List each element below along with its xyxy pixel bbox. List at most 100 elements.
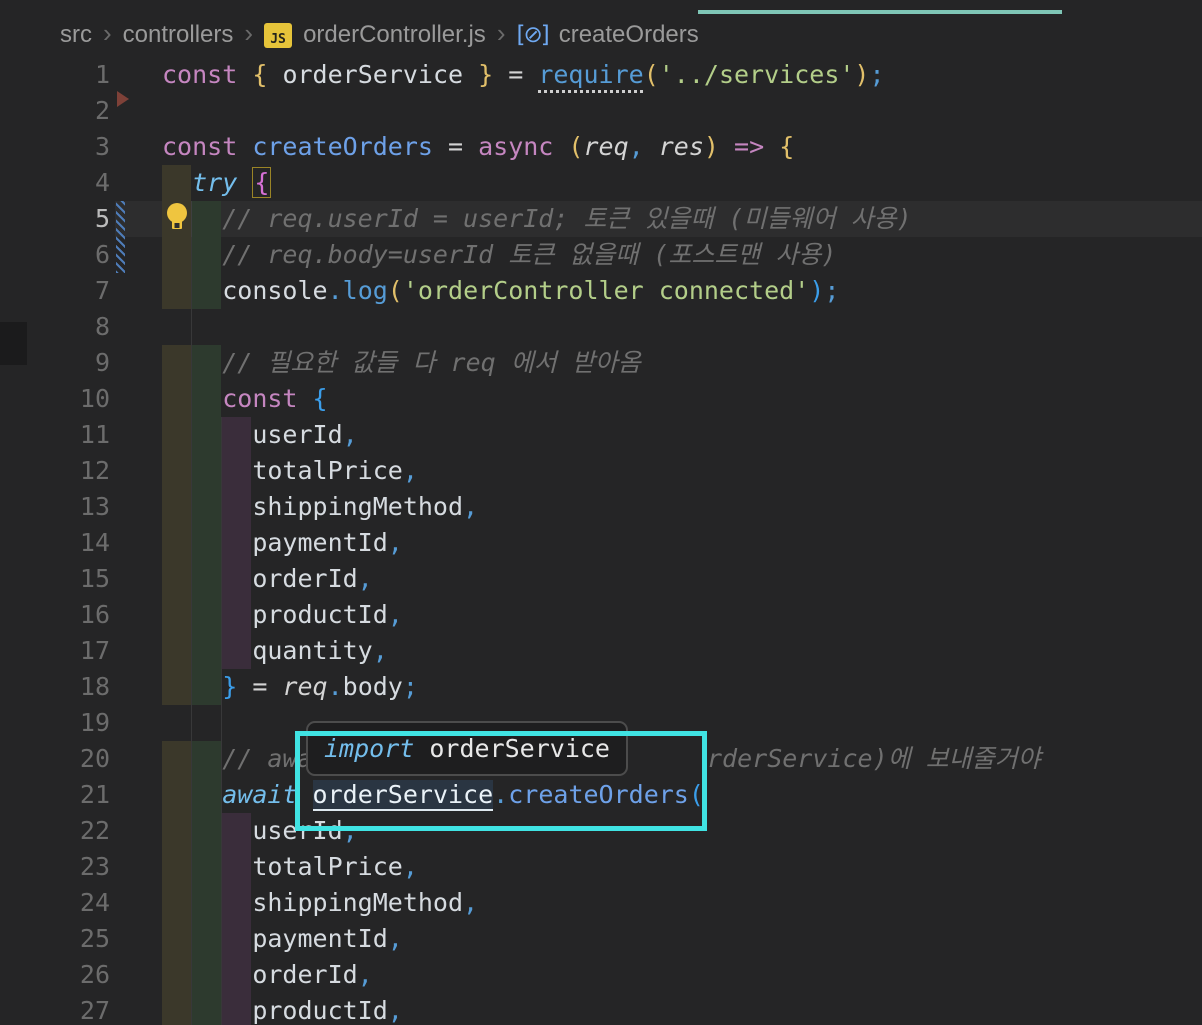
code-text: // 필요한 값들 다 req 에서 받아옴 bbox=[162, 345, 641, 381]
line-number[interactable]: 8 bbox=[0, 309, 110, 345]
token-op bbox=[297, 384, 312, 413]
line-number[interactable]: 24 bbox=[0, 885, 110, 921]
code-line[interactable]: 23 totalPrice, bbox=[0, 849, 1202, 885]
code-text: // awa bbox=[162, 741, 312, 777]
token-decl: createOrders bbox=[252, 132, 433, 161]
token-itid: res bbox=[643, 132, 704, 161]
line-number[interactable]: 13 bbox=[0, 489, 110, 525]
code-text: shippingMethod, bbox=[162, 489, 478, 525]
code-line[interactable]: 18 } = req.body; bbox=[0, 669, 1202, 705]
line-number[interactable]: 6 bbox=[0, 237, 110, 273]
token-req: require bbox=[538, 60, 644, 89]
line-number[interactable]: 7 bbox=[0, 273, 110, 309]
top-accent-line bbox=[698, 10, 1062, 14]
code-line[interactable]: 13 shippingMethod, bbox=[0, 489, 1202, 525]
line-number[interactable]: 5 bbox=[0, 201, 110, 237]
line-number[interactable]: 25 bbox=[0, 921, 110, 957]
token-op bbox=[764, 132, 779, 161]
line-number[interactable]: 3 bbox=[0, 129, 110, 165]
token-pb: , bbox=[628, 132, 644, 161]
token-id: orderId bbox=[252, 564, 358, 593]
code-line[interactable]: 10 const { bbox=[0, 381, 1202, 417]
token-op bbox=[237, 60, 252, 89]
code-text: userId, bbox=[162, 417, 357, 453]
code-text: productId, bbox=[162, 597, 403, 633]
code-line[interactable]: 6 // req.body=userId 토큰 없을때 (포스트맨 사용) bbox=[0, 237, 1202, 273]
token-op bbox=[553, 132, 568, 161]
token-id: console bbox=[222, 276, 328, 305]
line-number[interactable]: 26 bbox=[0, 957, 110, 993]
token-pb: , bbox=[387, 924, 403, 953]
line-number[interactable]: 4 bbox=[0, 165, 110, 201]
token-kw: async bbox=[478, 132, 554, 161]
token-id: orderId bbox=[252, 960, 358, 989]
code-line[interactable]: 3 const createOrders = async (req, res) =… bbox=[0, 129, 1202, 165]
code-line[interactable]: 7 console.log('orderController connected… bbox=[0, 273, 1202, 309]
line-number[interactable]: 20 bbox=[0, 741, 110, 777]
line-number[interactable]: 18 bbox=[0, 669, 110, 705]
code-line[interactable]: 2 bbox=[0, 93, 1202, 129]
code-line[interactable]: 8 bbox=[0, 309, 1202, 345]
line-number[interactable]: 11 bbox=[0, 417, 110, 453]
code-text: quantity, bbox=[162, 633, 388, 669]
line-number[interactable]: 17 bbox=[0, 633, 110, 669]
comment-fragment: rderService)에 보내줄거야 bbox=[707, 744, 1041, 773]
code-text: paymentId, bbox=[162, 921, 403, 957]
line-number[interactable]: 1 bbox=[0, 57, 110, 93]
line-number[interactable]: 27 bbox=[0, 993, 110, 1025]
line-number[interactable]: 15 bbox=[0, 561, 110, 597]
line-number[interactable]: 22 bbox=[0, 813, 110, 849]
line-number[interactable]: 23 bbox=[0, 849, 110, 885]
token-str: 'orderController connected' bbox=[402, 276, 810, 305]
line-number[interactable]: 9 bbox=[0, 345, 110, 381]
breadcrumb-item-src[interactable]: src bbox=[60, 21, 92, 49]
code-line[interactable]: 26 orderId, bbox=[0, 957, 1202, 993]
code-line[interactable]: 4 try { bbox=[0, 165, 1202, 201]
token-pb: . bbox=[327, 276, 343, 305]
breadcrumb-item-controllers[interactable]: controllers bbox=[123, 21, 234, 49]
line-number[interactable]: 10 bbox=[0, 381, 110, 417]
token-pb: , bbox=[463, 492, 479, 521]
code-text: orderId, bbox=[162, 957, 373, 993]
code-line[interactable]: 11 userId, bbox=[0, 417, 1202, 453]
breadcrumb-item-symbol[interactable]: createOrders bbox=[559, 21, 699, 49]
code-line[interactable]: 24 shippingMethod, bbox=[0, 885, 1202, 921]
code-line[interactable]: 16 productId, bbox=[0, 597, 1202, 633]
breadcrumb-item-file[interactable]: orderController.js bbox=[303, 21, 486, 49]
code-line[interactable]: 15 orderId, bbox=[0, 561, 1202, 597]
token-op: = bbox=[237, 672, 283, 701]
line-number[interactable]: 16 bbox=[0, 597, 110, 633]
token-kw: const bbox=[162, 132, 253, 161]
line-number[interactable]: 2 bbox=[0, 93, 110, 129]
line-number[interactable]: 19 bbox=[0, 705, 110, 741]
token-kw: const bbox=[162, 60, 238, 89]
token-pb: ; bbox=[869, 60, 885, 89]
token-pb: , bbox=[357, 960, 373, 989]
code-text: const { bbox=[162, 381, 327, 417]
code-line[interactable]: 17 quantity, bbox=[0, 633, 1202, 669]
line-number[interactable]: 21 bbox=[0, 777, 110, 813]
code-line[interactable]: 27 productId, bbox=[0, 993, 1202, 1025]
code-text: try { bbox=[162, 165, 272, 201]
code-text: // req.userId = userId; 토큰 있을때 (미들웨어 사용) bbox=[162, 201, 912, 237]
token-itid: req bbox=[282, 672, 328, 701]
code-line[interactable]: 12 totalPrice, bbox=[0, 453, 1202, 489]
token-gold: ( bbox=[568, 132, 584, 161]
code-line[interactable]: 25 paymentId, bbox=[0, 921, 1202, 957]
line-number[interactable]: 14 bbox=[0, 525, 110, 561]
token-id: paymentId bbox=[252, 924, 388, 953]
token-id: totalPrice bbox=[252, 852, 403, 881]
token-gold: ( bbox=[643, 60, 659, 89]
token-pb: , bbox=[372, 636, 388, 665]
code-line[interactable]: 14 paymentId, bbox=[0, 525, 1202, 561]
line-number[interactable]: 12 bbox=[0, 453, 110, 489]
code-line[interactable]: 9 // 필요한 값들 다 req 에서 받아옴 bbox=[0, 345, 1202, 381]
token-id: paymentId bbox=[252, 528, 388, 557]
lightbulb-icon[interactable] bbox=[164, 202, 190, 232]
code-line[interactable]: 1 const { orderService } = require('../se… bbox=[0, 57, 1202, 93]
token-kw: const bbox=[222, 384, 298, 413]
chevron-right-icon: › bbox=[103, 18, 112, 48]
chevron-right-icon: › bbox=[496, 18, 506, 48]
code-text: shippingMethod, bbox=[162, 885, 478, 921]
token-pb: , bbox=[402, 852, 418, 881]
